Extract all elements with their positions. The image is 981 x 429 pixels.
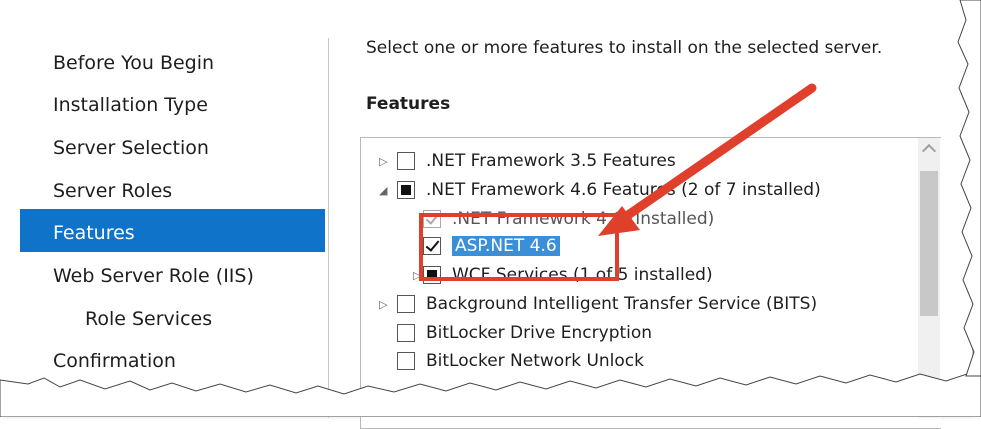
annotation-overlay [0, 0, 981, 417]
torn-right-edge [957, 0, 981, 377]
torn-edge [0, 372, 981, 417]
annotation-arrow-icon [598, 83, 817, 236]
